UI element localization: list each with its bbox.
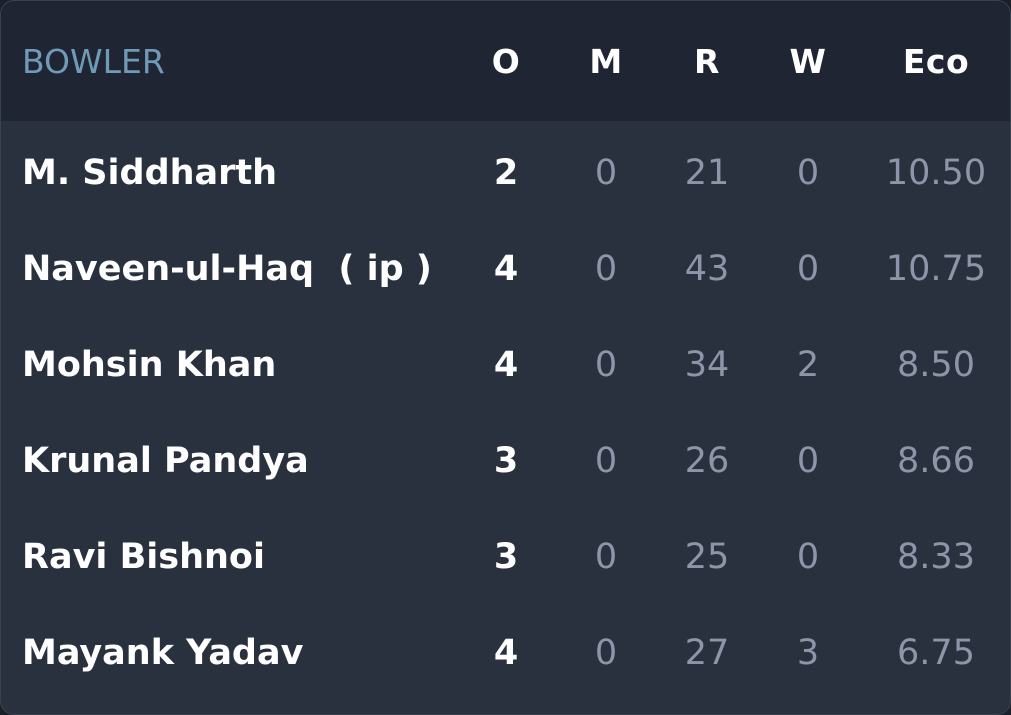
economy-value: 10.50 (885, 153, 987, 193)
runs-value: 26 (684, 441, 730, 481)
overs-value: 4 (493, 249, 519, 289)
column-header-overs: O (491, 41, 521, 81)
wickets-value: 2 (796, 345, 820, 385)
economy-value: 10.75 (885, 249, 987, 289)
bowling-scorecard: BOWLER O M R W Eco M. Siddharth 2 0 21 0… (0, 0, 1011, 715)
column-header-economy: Eco (902, 41, 970, 81)
runs-value: 27 (684, 633, 730, 673)
table-row[interactable]: Mohsin Khan 4 0 34 2 8.50 (1, 317, 1010, 413)
table-row[interactable]: Mayank Yadav 4 0 27 3 6.75 (1, 605, 1010, 701)
economy-value: 8.50 (897, 345, 975, 385)
economy-value: 8.33 (897, 537, 975, 577)
column-header-maidens: M (589, 41, 623, 81)
bowler-name[interactable]: Mohsin Khan (22, 317, 462, 413)
wickets-value: 3 (796, 633, 820, 673)
table-row[interactable]: Ravi Bishnoi 3 0 25 0 8.33 (1, 509, 1010, 605)
economy-value: 6.75 (897, 633, 975, 673)
overs-value: 4 (493, 345, 519, 385)
overs-value: 3 (493, 537, 519, 577)
wickets-value: 0 (796, 153, 820, 193)
overs-value: 3 (493, 441, 519, 481)
table-row[interactable]: Naveen-ul-Haq ( ip ) 4 0 43 0 10.75 (1, 221, 1010, 317)
runs-value: 34 (684, 345, 730, 385)
economy-value: 8.66 (897, 441, 975, 481)
runs-value: 21 (684, 153, 730, 193)
maidens-value: 0 (594, 633, 618, 673)
overs-value: 2 (493, 153, 519, 193)
overs-value: 4 (493, 633, 519, 673)
wickets-value: 0 (796, 249, 820, 289)
column-header-bowler: BOWLER (22, 41, 165, 81)
bowler-name[interactable]: Naveen-ul-Haq ( ip ) (22, 221, 462, 317)
bowler-name[interactable]: M. Siddharth (22, 125, 462, 221)
bowler-name[interactable]: Ravi Bishnoi (22, 509, 462, 605)
runs-value: 43 (684, 249, 730, 289)
wickets-value: 0 (796, 537, 820, 577)
table-header: BOWLER O M R W Eco (1, 1, 1010, 121)
bowler-name[interactable]: Mayank Yadav (22, 605, 462, 701)
column-header-runs: R (694, 41, 720, 81)
table-row[interactable]: Krunal Pandya 3 0 26 0 8.66 (1, 413, 1010, 509)
runs-value: 25 (684, 537, 730, 577)
maidens-value: 0 (594, 249, 618, 289)
wickets-value: 0 (796, 441, 820, 481)
maidens-value: 0 (594, 537, 618, 577)
maidens-value: 0 (594, 153, 618, 193)
maidens-value: 0 (594, 345, 618, 385)
maidens-value: 0 (594, 441, 618, 481)
column-header-wickets: W (789, 41, 827, 81)
bowler-name[interactable]: Krunal Pandya (22, 413, 462, 509)
table-row[interactable]: M. Siddharth 2 0 21 0 10.50 (1, 125, 1010, 221)
